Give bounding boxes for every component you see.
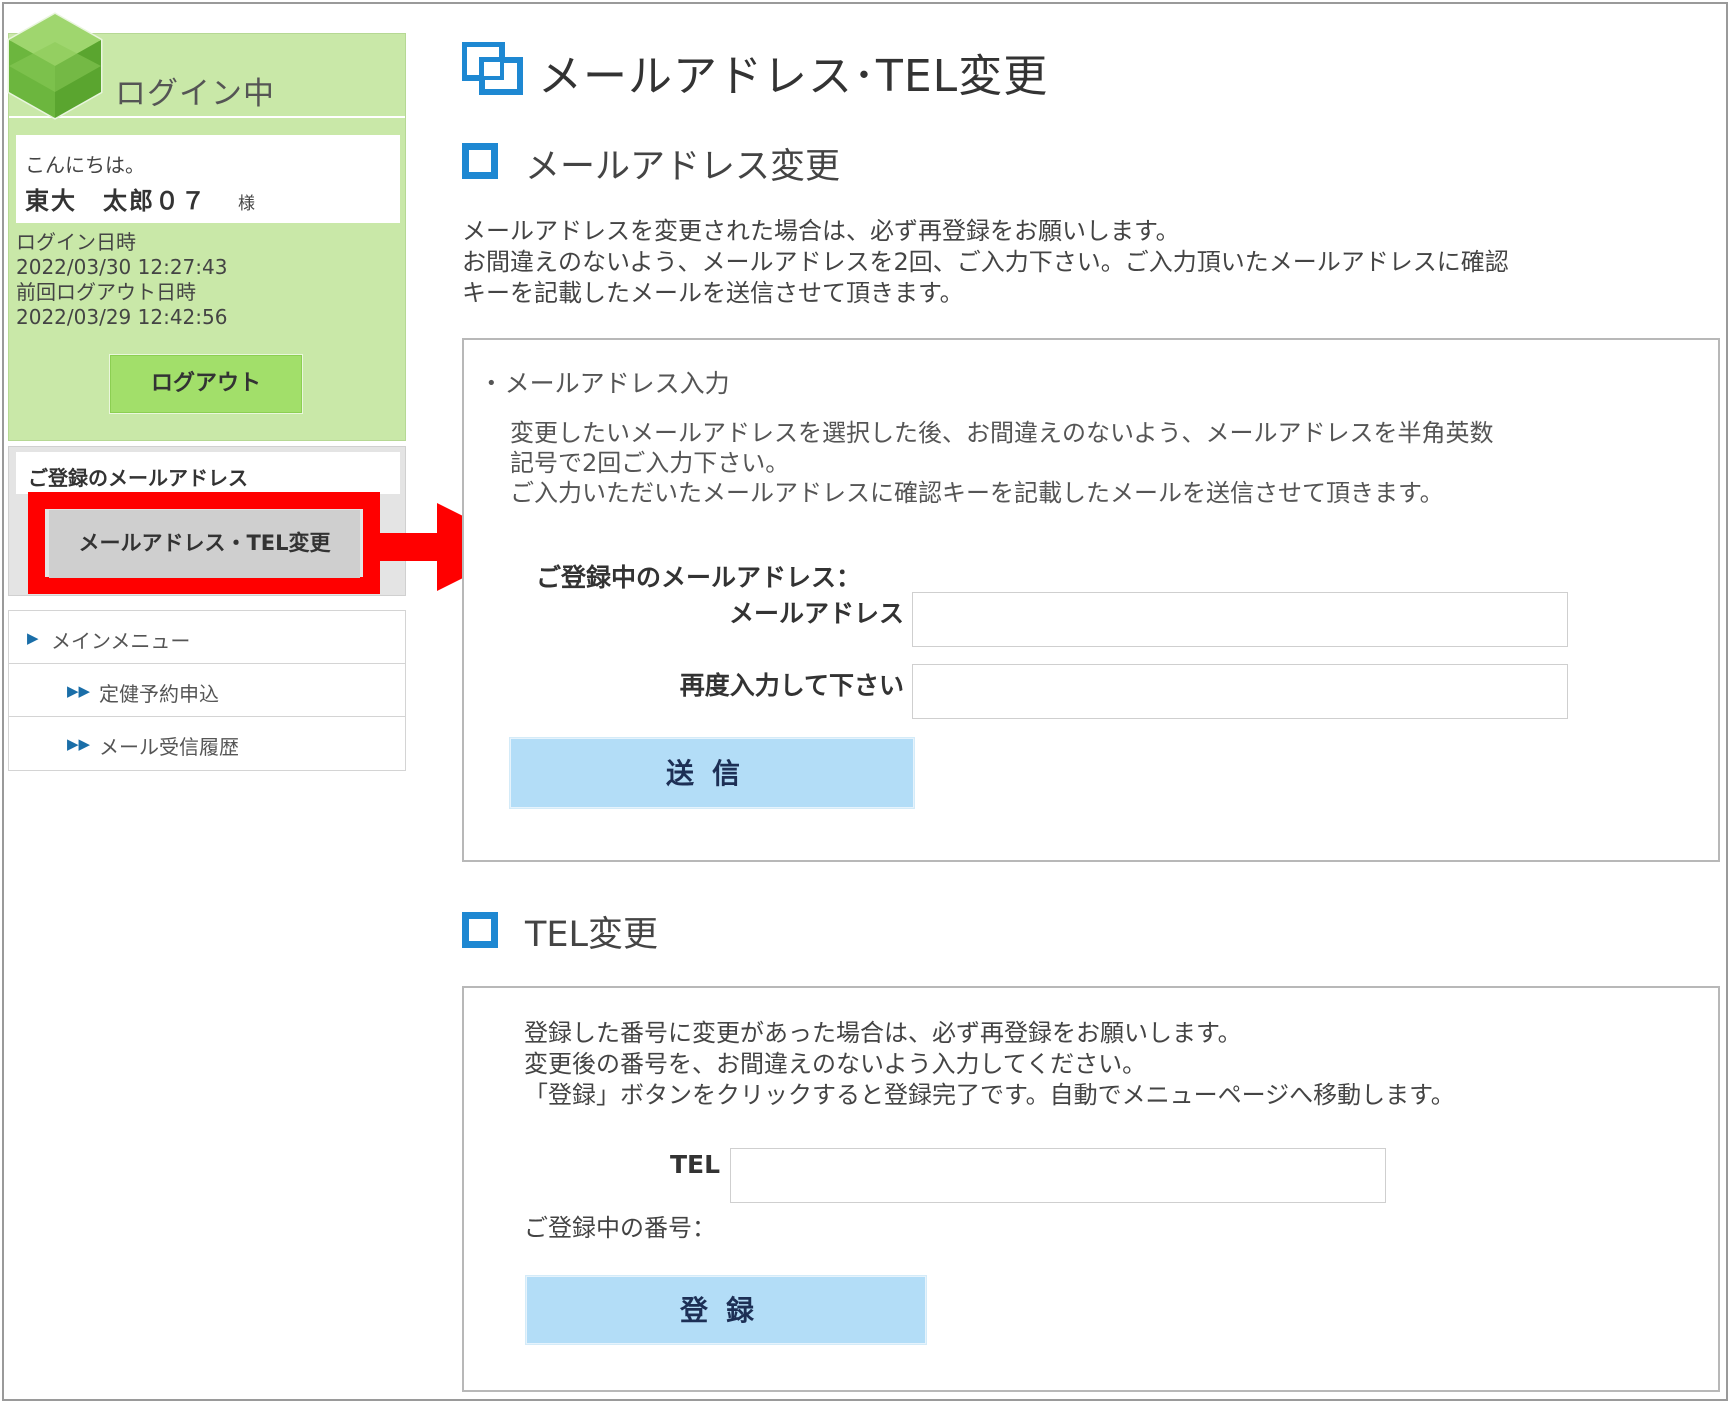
sidebar-item-main-menu[interactable]: ▶ メインメニュー (9, 611, 405, 664)
tel-desc: 登録した番号に変更があった場合は、必ず再登録をお願いします。 変更後の番号を、お… (524, 1018, 1455, 1111)
submit-button[interactable]: 送信 (510, 738, 914, 808)
tel-section-heading: TEL変更 (525, 915, 658, 955)
double-chevron-right-icon: ▶▶ (67, 682, 91, 700)
honorific: 様 (238, 194, 255, 214)
current-email-label: ご登録中のメールアドレス： (536, 563, 862, 592)
register-button[interactable]: 登録 (526, 1276, 926, 1344)
double-chevron-right-icon: ▶▶ (67, 735, 91, 753)
tel-input-panel: 登録した番号に変更があった場合は、必ず再登録をお願いします。 変更後の番号を、お… (462, 986, 1720, 1392)
email-desc-line: 記号で2回ご入力下さい。 (510, 449, 790, 477)
email-tel-change-button[interactable]: メールアドレス・TEL変更 (49, 510, 360, 578)
square-bullet-icon (462, 912, 498, 948)
email-desc-line: 変更したいメールアドレスを選択した後、お間違えのないよう、メールアドレスを半角英… (510, 419, 1494, 447)
login-time: 2022/03/30 12:27:43 (16, 255, 228, 279)
sidebar-item-checkup-reservation[interactable]: ▶▶ 定健予約申込 (9, 664, 405, 717)
email-section-heading: メールアドレス変更 (525, 147, 841, 187)
login-status-title: ログイン中 (115, 76, 275, 112)
tel-input[interactable] (730, 1148, 1386, 1203)
logout-button[interactable]: ログアウト (109, 354, 303, 414)
email-input-desc: 変更したいメールアドレスを選択した後、お間違えのないよう、メールアドレスを半角英… (510, 418, 1494, 508)
email-intro-line: メールアドレスを変更された場合は、必ず再登録をお願いします。 (462, 217, 1180, 245)
email-desc-line: ご入力いただいたメールアドレスに確認キーを記載したメールを送信させて頂きます。 (510, 479, 1444, 507)
page-title: メールアドレス･TEL変更 (538, 51, 1049, 102)
login-time-label: ログイン日時 (16, 230, 136, 254)
sidebar-menu: ▶ メインメニュー ▶▶ 定健予約申込 ▶▶ メール受信履歴 (8, 610, 406, 771)
email-intro: メールアドレスを変更された場合は、必ず再登録をお願いします。 お間違えのないよう… (462, 216, 1509, 309)
tel-desc-line: 登録した番号に変更があった場合は、必ず再登録をお願いします。 (524, 1019, 1242, 1047)
current-number-label: ご登録中の番号： (524, 1214, 716, 1242)
confirm-email-input[interactable] (912, 664, 1568, 719)
email-label: メールアドレス (728, 599, 904, 628)
email-input-title-text: メールアドレス入力 (504, 369, 730, 398)
email-input-title: • メールアドレス入力 (486, 364, 730, 400)
sidebar-item-label: メール受信履歴 (99, 735, 239, 759)
registered-email-title: ご登録のメールアドレス (28, 466, 248, 490)
greeting-box: こんにちは。 東大 太郎０７ 様 (16, 135, 400, 223)
user-name: 東大 太郎０７ (25, 187, 207, 215)
square-bullet-icon (462, 143, 498, 179)
hexagon-logo-icon (7, 12, 103, 120)
login-header: ログイン中 (7, 12, 405, 120)
tel-label: TEL (669, 1150, 720, 1179)
sidebar-item-mail-history[interactable]: ▶▶ メール受信履歴 (9, 717, 405, 770)
tel-desc-line: 変更後の番号を、お間違えのないよう入力してください。 (524, 1050, 1147, 1078)
last-logout-label: 前回ログアウト日時 (16, 280, 196, 304)
registered-email-panel: ご登録のメールアドレス メールアドレス・TEL変更 (8, 446, 406, 596)
sidebar-item-label: メインメニュー (51, 629, 191, 653)
windows-icon (462, 42, 523, 95)
tel-desc-line: 「登録」ボタンをクリックすると登録完了です。自動でメニューページへ移動します。 (524, 1081, 1455, 1109)
email-input-panel: • メールアドレス入力 変更したいメールアドレスを選択した後、お間違えのないよう、… (462, 338, 1720, 862)
login-status-panel: ログイン中 こんにちは。 東大 太郎０７ 様 ログイン日時 2022/03/30… (7, 12, 406, 441)
registered-email-header: ご登録のメールアドレス (16, 452, 400, 494)
last-logout-time: 2022/03/29 12:42:56 (16, 305, 228, 329)
greeting-text: こんにちは。 (25, 153, 145, 177)
bullet-icon: • (486, 373, 497, 394)
sidebar-item-label: 定健予約申込 (99, 682, 219, 706)
email-intro-line: キーを記載したメールを送信させて頂きます。 (462, 279, 964, 307)
email-input[interactable] (912, 592, 1568, 647)
login-info: ログイン日時 2022/03/30 12:27:43 前回ログアウト日時 202… (16, 230, 227, 330)
email-intro-line: お間違えのないよう、メールアドレスを2回、ご入力下さい。ご入力頂いたメールアドレ… (462, 248, 1509, 276)
chevron-right-icon: ▶ (27, 629, 39, 647)
confirm-email-label: 再度入力して下さい (679, 671, 904, 700)
